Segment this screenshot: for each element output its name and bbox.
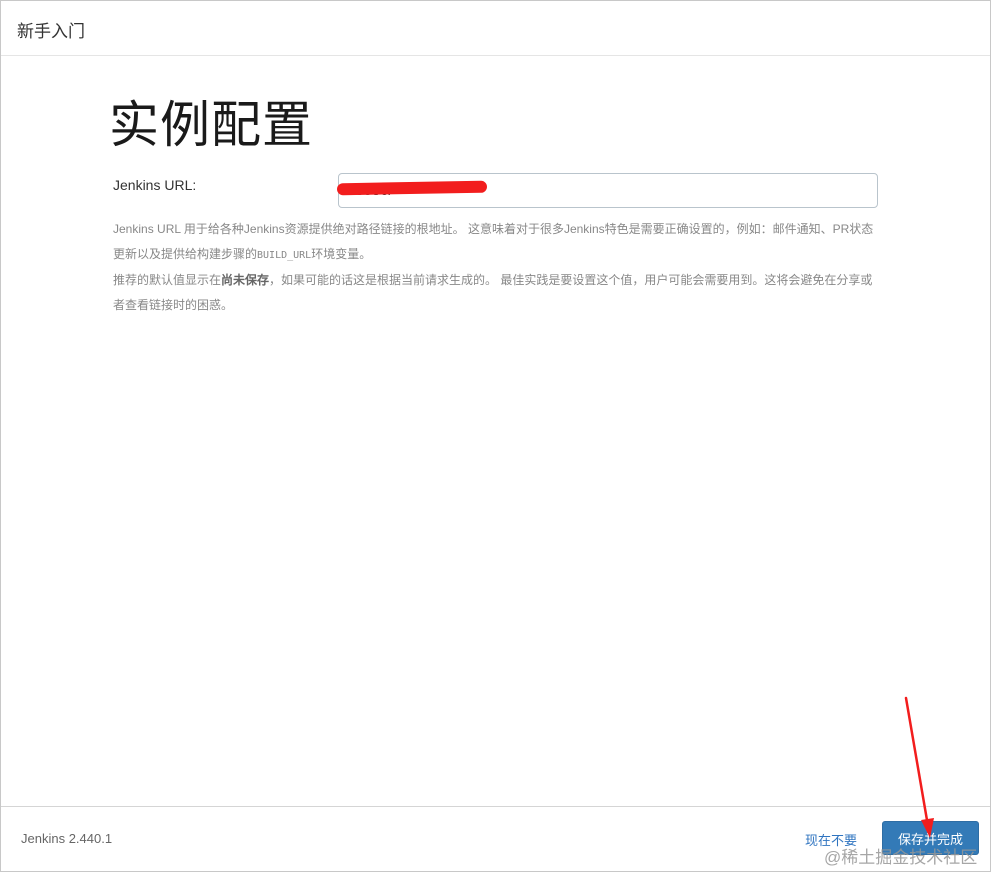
help-text: Jenkins URL 用于给各种Jenkins资源提供绝对路径链接的根地址。 … xyxy=(113,217,883,318)
page-heading: 实例配置 xyxy=(109,97,313,153)
jenkins-version: Jenkins 2.440.1 xyxy=(21,831,113,846)
not-saved-emphasis: 尚未保存 xyxy=(221,273,270,287)
help-paragraph-1: Jenkins URL 用于给各种Jenkins资源提供绝对路径链接的根地址。 … xyxy=(113,222,874,261)
setup-wizard-dialog: 新手入门 实例配置 Jenkins URL: Jenkins URL 用于给各种… xyxy=(0,0,991,872)
dialog-header: 新手入门 xyxy=(1,1,990,56)
dialog-title: 新手入门 xyxy=(17,22,85,41)
jenkins-url-label: Jenkins URL: xyxy=(113,177,197,193)
build-url-code: BUILD_URL xyxy=(257,250,312,261)
watermark: @稀土掘金技术社区 xyxy=(824,848,978,867)
help-paragraph-2: 推荐的默认值显示在尚未保存，如果可能的话这是根据当前请求生成的。 最佳实践是要设… xyxy=(113,273,873,312)
